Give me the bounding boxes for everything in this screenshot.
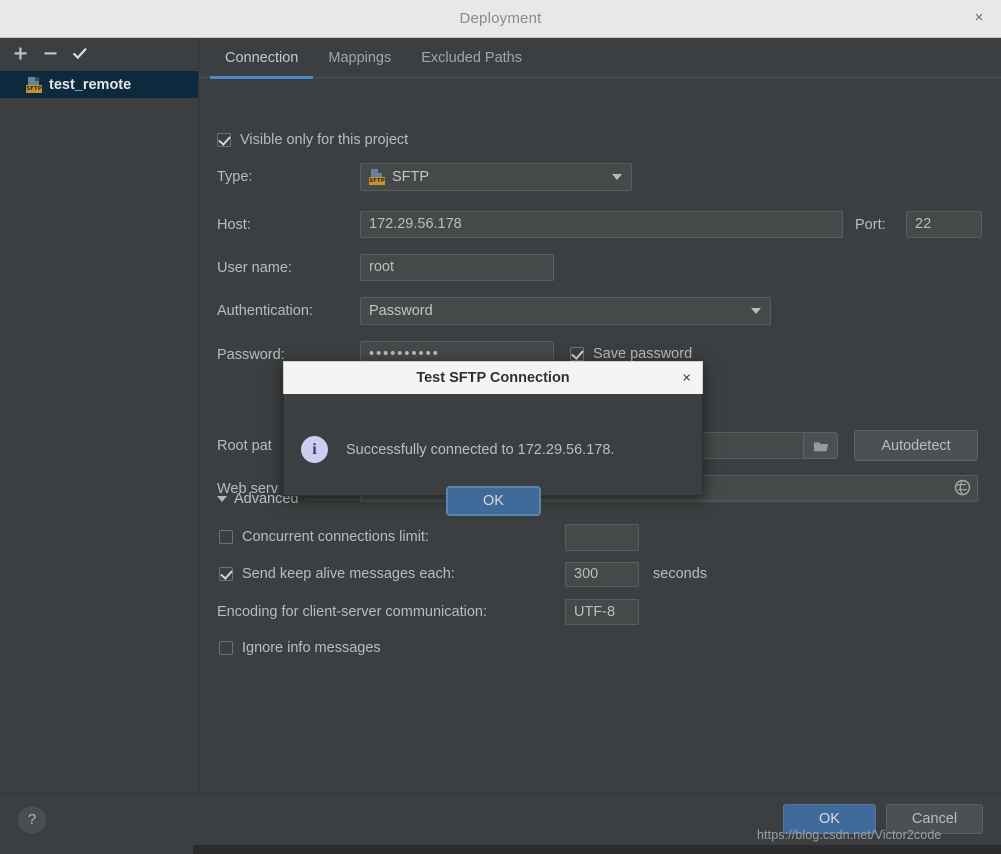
taskbar-left-segment: [0, 845, 193, 854]
info-icon: i: [301, 436, 328, 463]
checkmark-icon: [72, 46, 88, 61]
username-input[interactable]: root: [360, 254, 554, 281]
connection-form: Visible only for this project Type: SFTP…: [199, 78, 1001, 94]
keep-alive-label: Send keep alive messages each:: [242, 566, 455, 582]
host-label: Host:: [217, 217, 251, 233]
concurrent-connections-label: Concurrent connections limit:: [242, 529, 429, 545]
ignore-info-messages-checkbox[interactable]: Ignore info messages: [219, 640, 381, 656]
concurrent-connections-checkbox[interactable]: Concurrent connections limit:: [219, 529, 429, 545]
info-icon-glyph: i: [312, 442, 316, 458]
port-label: Port:: [855, 217, 886, 233]
authentication-label: Authentication:: [217, 303, 313, 319]
sftp-icon: SFTP: [26, 77, 42, 93]
autodetect-button[interactable]: Autodetect: [854, 430, 978, 461]
sftp-icon: SFTP: [369, 169, 385, 185]
save-password-label: Save password: [593, 346, 692, 362]
keep-alive-checkbox[interactable]: Send keep alive messages each:: [219, 566, 455, 582]
visible-only-label: Visible only for this project: [240, 132, 408, 148]
modal-titlebar: Test SFTP Connection ×: [283, 361, 703, 394]
host-input[interactable]: 172.29.56.178: [360, 211, 843, 238]
apply-button[interactable]: [66, 41, 94, 67]
modal-body: i Successfully connected to 172.29.56.17…: [283, 394, 703, 496]
taskbar: [0, 845, 1001, 854]
remove-server-button[interactable]: [36, 41, 64, 67]
browse-root-path-button[interactable]: [803, 432, 838, 459]
tab-mappings[interactable]: Mappings: [313, 38, 406, 78]
checkbox-box: [219, 530, 233, 544]
help-button[interactable]: ?: [18, 806, 46, 834]
sidebar-item-label: test_remote: [49, 77, 131, 93]
plus-icon: [13, 46, 28, 61]
keep-alive-unit-label: seconds: [653, 566, 707, 582]
chevron-down-icon: [751, 308, 761, 314]
minus-icon: [43, 46, 58, 61]
sftp-badge-label: SFTP: [26, 85, 42, 93]
modal-title: Test SFTP Connection: [416, 370, 569, 386]
type-select[interactable]: SFTP SFTP: [360, 163, 632, 191]
checkbox-box: [219, 641, 233, 655]
watermark: https://blog.csdn.net/Victor2code: [757, 828, 941, 842]
window-title: Deployment: [459, 10, 541, 27]
tab-connection[interactable]: Connection: [210, 38, 313, 78]
checkbox-box: [570, 347, 584, 361]
visible-only-checkbox[interactable]: Visible only for this project: [217, 132, 408, 148]
add-server-button[interactable]: [6, 41, 34, 67]
close-icon[interactable]: ×: [969, 9, 989, 29]
folder-icon: [813, 439, 829, 453]
sidebar-toolbar: [0, 38, 198, 69]
tab-bar: Connection Mappings Excluded Paths: [199, 38, 1001, 78]
root-path-label: Root pat: [217, 438, 272, 454]
authentication-select[interactable]: Password: [360, 297, 771, 325]
checkbox-box: [217, 133, 231, 147]
modal-close-icon[interactable]: ×: [682, 371, 691, 386]
type-label: Type:: [217, 169, 252, 185]
encoding-input[interactable]: UTF-8: [565, 599, 639, 625]
tab-excluded-paths[interactable]: Excluded Paths: [406, 38, 537, 78]
save-password-checkbox[interactable]: Save password: [570, 346, 692, 362]
test-sftp-connection-dialog: Test SFTP Connection × i Successfully co…: [283, 361, 703, 496]
modal-ok-button[interactable]: OK: [446, 486, 541, 516]
concurrent-connections-input[interactable]: [565, 524, 639, 551]
section-divider: [306, 499, 982, 500]
port-input[interactable]: 22: [906, 211, 982, 238]
sftp-badge-label: SFTP: [369, 177, 385, 185]
server-list-sidebar: SFTP test_remote: [0, 38, 199, 793]
chevron-down-icon: [217, 496, 227, 502]
window-titlebar: Deployment ×: [0, 0, 1001, 38]
sidebar-item-test-remote[interactable]: SFTP test_remote: [0, 71, 198, 98]
modal-message: Successfully connected to 172.29.56.178.: [346, 442, 614, 458]
encoding-label: Encoding for client-server communication…: [217, 604, 487, 620]
chevron-down-icon: [612, 174, 622, 180]
type-value: SFTP: [392, 169, 429, 185]
server-list: SFTP test_remote: [0, 69, 198, 98]
keep-alive-input[interactable]: 300: [565, 562, 639, 587]
deployment-window: Deployment ×: [0, 0, 1001, 854]
username-label: User name:: [217, 260, 292, 276]
password-label: Password:: [217, 347, 285, 363]
checkbox-box: [219, 567, 233, 581]
authentication-value: Password: [369, 303, 433, 319]
ignore-info-messages-label: Ignore info messages: [242, 640, 381, 656]
